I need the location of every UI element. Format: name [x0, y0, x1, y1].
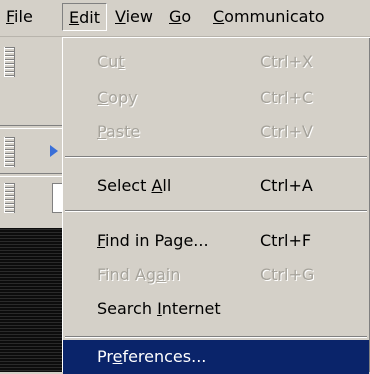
- menu-item-find-again[interactable]: Find Again Ctrl+G: [63, 258, 369, 292]
- arrow-icon: [50, 145, 58, 157]
- menu-communicator-label: ommunicato: [224, 7, 325, 26]
- toolbar-grip[interactable]: [4, 183, 15, 213]
- menu-edit[interactable]: Edit: [62, 3, 107, 31]
- menu-item-select-all-label: Select All: [97, 176, 172, 195]
- menu-separator: [65, 336, 367, 338]
- menu-item-paste[interactable]: Paste Ctrl+V: [63, 115, 369, 149]
- menu-edit-mnemonic: E: [69, 8, 80, 27]
- menu-item-find-in-page[interactable]: Find in Page... Ctrl+F: [63, 224, 369, 258]
- menu-file-label: ile: [14, 7, 33, 26]
- menu-item-search-internet-label: Search Internet: [97, 299, 221, 318]
- menu-communicator-mnemonic: C: [213, 7, 225, 26]
- menu-communicator[interactable]: Communicato: [207, 3, 331, 31]
- menu-item-cut-shortcut: Ctrl+X: [260, 52, 313, 71]
- menu-item-preferences-label: Preferences...: [97, 347, 207, 366]
- menu-item-find-in-page-shortcut: Ctrl+F: [260, 231, 312, 250]
- menu-file-mnemonic: F: [6, 7, 15, 26]
- menu-view-mnemonic: V: [115, 7, 126, 26]
- menu-bar: File Edit View Go Communicato: [0, 0, 370, 37]
- menu-item-copy-label: Copy: [97, 88, 138, 107]
- page-content-area: [0, 228, 62, 372]
- menu-go[interactable]: Go: [163, 3, 197, 31]
- menu-item-paste-label: Paste: [97, 122, 141, 141]
- toolbar-grip[interactable]: [4, 47, 15, 77]
- menu-file[interactable]: File: [0, 3, 39, 31]
- menu-item-select-all[interactable]: Select All Ctrl+A: [63, 169, 369, 203]
- toolbar-separator: [0, 173, 62, 177]
- menu-item-cut[interactable]: Cut Ctrl+X: [63, 45, 369, 79]
- menu-item-search-internet[interactable]: Search Internet: [63, 292, 369, 326]
- menu-item-copy[interactable]: Copy Ctrl+C: [63, 81, 369, 115]
- menu-item-cut-label: Cut: [97, 52, 125, 71]
- menu-item-find-again-shortcut: Ctrl+G: [260, 265, 315, 284]
- menu-item-copy-shortcut: Ctrl+C: [260, 88, 314, 107]
- menu-item-preferences[interactable]: Preferences...: [63, 340, 369, 374]
- menu-item-select-all-shortcut: Ctrl+A: [260, 176, 313, 195]
- menu-view[interactable]: View: [109, 3, 159, 31]
- toolbar-grip[interactable]: [4, 137, 15, 167]
- menu-edit-label: dit: [79, 8, 100, 27]
- toolbar-separator: [0, 125, 62, 129]
- menu-separator: [65, 156, 367, 158]
- menu-item-find-again-label: Find Again: [97, 265, 181, 284]
- menu-separator: [65, 210, 367, 212]
- menu-item-find-in-page-label: Find in Page...: [97, 231, 209, 250]
- menu-view-label: iew: [125, 7, 153, 26]
- menu-go-mnemonic: G: [169, 7, 182, 26]
- menu-go-label: o: [181, 7, 192, 26]
- menu-item-paste-shortcut: Ctrl+V: [260, 122, 313, 141]
- edit-menu-dropdown: Cut Ctrl+X Copy Ctrl+C Paste Ctrl+V Sele…: [62, 37, 370, 374]
